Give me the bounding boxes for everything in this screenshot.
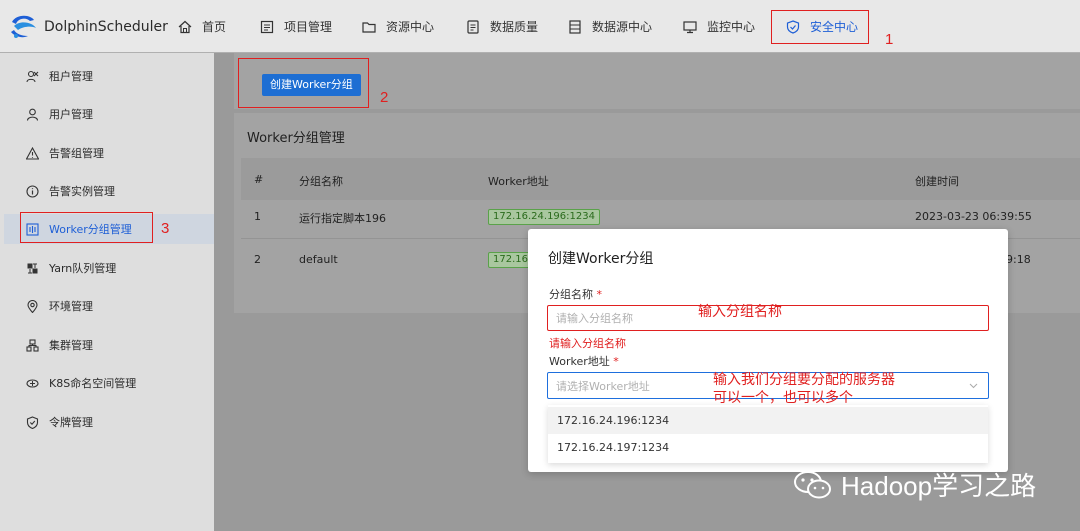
- nav-resource[interactable]: 资源中心: [362, 0, 434, 53]
- wechat-icon: [794, 470, 831, 498]
- app-logo[interactable]: DolphinScheduler: [8, 12, 168, 42]
- namespace-icon: [26, 378, 39, 388]
- worker-address-option[interactable]: 172.16.24.197:1234: [548, 434, 988, 461]
- nav-home-label: 首页: [202, 20, 227, 34]
- annotation-box-security: [771, 10, 869, 44]
- nav-monitor[interactable]: 监控中心: [683, 0, 755, 53]
- annotation-box-create: [238, 58, 369, 108]
- annotation-box-worker-group: [20, 212, 153, 243]
- user-icon: [26, 108, 39, 121]
- worker-address-label-text: Worker地址: [549, 355, 610, 368]
- sidebar-item-cluster[interactable]: 集群管理: [0, 330, 214, 360]
- sidebar-item-token[interactable]: 令牌管理: [0, 407, 214, 437]
- required-mark: *: [613, 355, 619, 368]
- top-header: DolphinScheduler 首页 项目管理 资源中心 数据质量 数据源中心…: [0, 0, 1080, 53]
- tenant-icon: [26, 70, 39, 82]
- required-mark: *: [596, 288, 603, 301]
- group-name-label-text: 分组名称: [549, 288, 593, 301]
- group-name-label: 分组名称 *: [549, 286, 602, 302]
- sidebar-item-label: K8S命名空间管理: [49, 377, 137, 390]
- dialog-title: 创建Worker分组: [548, 251, 654, 267]
- worker-address-option[interactable]: 172.16.24.196:1234: [548, 407, 988, 434]
- dolphin-logo-icon: [11, 15, 36, 38]
- annotation-number-3: 3: [161, 220, 170, 237]
- annotation-input-note: 输入分组名称: [698, 304, 782, 320]
- home-icon: [178, 20, 192, 33]
- folder-icon: [362, 21, 376, 33]
- row1-name: 运行指定脚本196: [299, 212, 386, 225]
- queue-icon: [27, 263, 38, 273]
- sidebar-item-alert-instance[interactable]: 告警实例管理: [0, 176, 214, 206]
- sidebar-item-user[interactable]: 用户管理: [0, 99, 214, 129]
- nav-data-quality-label: 数据质量: [490, 20, 539, 34]
- row1-create-time: 2023-03-23 06:39:55: [915, 210, 1032, 223]
- nav-home[interactable]: 首页: [178, 0, 226, 53]
- group-name-error: 请输入分组名称: [549, 337, 626, 350]
- row2-address-tag: 172.16: [488, 252, 533, 268]
- annotation-select-note-2: 可以一个，也可以多个: [713, 390, 853, 406]
- monitor-icon: [683, 20, 697, 33]
- nav-monitor-label: 监控中心: [707, 20, 756, 34]
- environment-icon: [27, 299, 38, 313]
- nav-datasource-label: 数据源中心: [592, 20, 653, 34]
- sidebar-item-label: Yarn队列管理: [49, 262, 117, 275]
- sidebar-item-label: 告警实例管理: [49, 185, 115, 198]
- nav-project[interactable]: 项目管理: [260, 0, 332, 53]
- create-worker-group-dialog: 创建Worker分组 分组名称 * 请输入分组名称 请输入分组名称 Worker…: [528, 229, 1008, 472]
- sidebar: 租户管理 用户管理 告警组管理 告警实例管理 Worker分组管理 Yarn队列…: [0, 53, 214, 531]
- column-header-index: #: [254, 173, 264, 186]
- column-header-name: 分组名称: [299, 175, 343, 188]
- warning-icon: [26, 146, 39, 160]
- row2-index: 2: [254, 253, 261, 266]
- worker-address-dropdown: 172.16.24.196:1234 172.16.24.197:1234: [548, 405, 988, 463]
- quality-icon: [467, 19, 479, 34]
- token-icon: [26, 415, 39, 429]
- sidebar-item-label: 用户管理: [49, 108, 93, 121]
- sidebar-item-label: 告警组管理: [49, 147, 104, 160]
- row2-name: default: [299, 253, 338, 266]
- nav-data-quality[interactable]: 数据质量: [466, 0, 538, 53]
- sidebar-item-label: 令牌管理: [49, 416, 93, 429]
- table-title: Worker分组管理: [247, 131, 345, 146]
- row1-address-tag: 172.16.24.196:1234: [488, 209, 600, 225]
- sidebar-item-k8s-namespace[interactable]: K8S命名空间管理: [0, 368, 214, 398]
- nav-resource-label: 资源中心: [386, 20, 435, 34]
- info-icon: [26, 184, 39, 198]
- sidebar-item-tenant[interactable]: 租户管理: [0, 61, 214, 91]
- annotation-number-2: 2: [380, 89, 389, 106]
- row1-index: 1: [254, 210, 261, 223]
- project-icon: [260, 20, 274, 33]
- annotation-select-note-1: 输入我们分组要分配的服务器: [713, 372, 895, 388]
- watermark-text: Hadoop学习之路: [841, 471, 1037, 501]
- sidebar-item-label: 租户管理: [49, 70, 93, 83]
- sidebar-item-label: 集群管理: [49, 339, 93, 352]
- sidebar-item-environment[interactable]: 环境管理: [0, 291, 214, 321]
- column-header-address: Worker地址: [488, 175, 549, 188]
- sidebar-item-label: 环境管理: [49, 300, 93, 313]
- app-name: DolphinScheduler: [44, 19, 168, 35]
- sidebar-item-yarn-queue[interactable]: Yarn队列管理: [0, 253, 214, 283]
- worker-address-placeholder: 请选择Worker地址: [556, 379, 650, 393]
- chevron-down-icon: [969, 383, 978, 389]
- group-name-placeholder: 请输入分组名称: [556, 312, 633, 325]
- annotation-number-1: 1: [885, 31, 894, 48]
- cluster-icon: [26, 338, 39, 352]
- nav-project-label: 项目管理: [284, 20, 333, 34]
- nav-datasource[interactable]: 数据源中心: [568, 0, 652, 53]
- sidebar-item-alert-group[interactable]: 告警组管理: [0, 138, 214, 168]
- datasource-icon: [569, 19, 581, 34]
- column-header-create-time: 创建时间: [915, 175, 959, 188]
- row2-create-time: 9:18: [1006, 253, 1031, 266]
- worker-address-label: Worker地址 *: [549, 353, 619, 369]
- watermark: Hadoop学习之路: [793, 466, 1036, 503]
